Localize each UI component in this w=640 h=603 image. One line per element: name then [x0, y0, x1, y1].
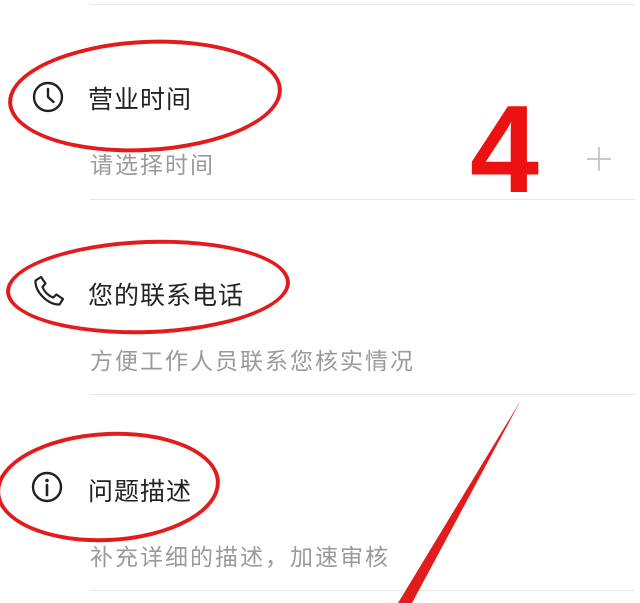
- divider-phone: [90, 394, 635, 395]
- annotation-circle-description: [0, 426, 223, 548]
- divider-top: [90, 4, 635, 5]
- annotation-circle-hours: [5, 32, 285, 160]
- plus-icon[interactable]: [586, 146, 612, 172]
- contact-phone-placeholder[interactable]: 方便工作人员联系您核实情况: [90, 342, 415, 376]
- divider-hours: [90, 199, 635, 200]
- annotation-step-number: 4: [470, 81, 539, 219]
- divider-description: [90, 590, 635, 591]
- annotation-circle-phone: [4, 235, 292, 339]
- problem-description-placeholder[interactable]: 补充详细的描述，加速审核: [90, 538, 390, 572]
